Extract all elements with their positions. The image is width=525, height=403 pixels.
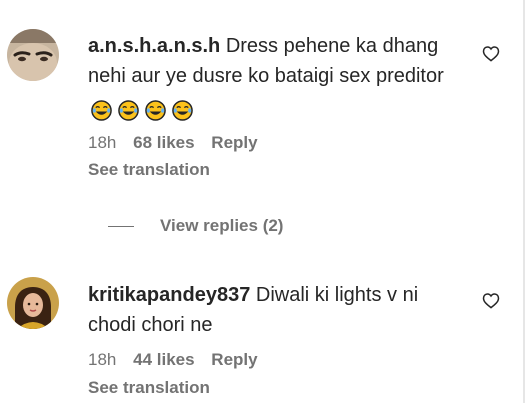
avatar[interactable] <box>7 277 59 329</box>
reply-button[interactable]: Reply <box>211 349 257 371</box>
heart-outline-icon[interactable] <box>482 45 500 62</box>
reply-button[interactable]: Reply <box>211 132 257 154</box>
view-replies-button[interactable]: View replies (2) <box>108 214 283 238</box>
avatar[interactable] <box>7 29 59 81</box>
user-avatar-icon <box>7 29 59 81</box>
see-translation-button[interactable]: See translation <box>88 377 210 399</box>
view-replies-label: View replies (2) <box>160 216 284 235</box>
tears-of-joy-emoji-icon <box>91 100 112 122</box>
comment-meta: 18h 44 likes Reply <box>88 349 258 371</box>
see-translation-button[interactable]: See translation <box>88 159 210 181</box>
user-avatar-icon <box>7 277 59 329</box>
comment-likes-count[interactable]: 68 likes <box>133 132 194 154</box>
emoji-group <box>91 95 199 125</box>
comment-likes-count[interactable]: 44 likes <box>133 349 194 371</box>
comment-timestamp[interactable]: 18h <box>88 132 116 154</box>
comment-timestamp[interactable]: 18h <box>88 349 116 371</box>
comment-body: kritikapandey837 Diwali ki lights v ni c… <box>88 280 468 340</box>
heart-outline-icon[interactable] <box>482 292 500 309</box>
comment-item: a.n.s.h.a.n.s.h Dress pehene ka dhang ne… <box>0 0 525 200</box>
tears-of-joy-emoji-icon <box>172 100 193 122</box>
tears-of-joy-emoji-icon <box>145 100 166 122</box>
comment-username[interactable]: kritikapandey837 <box>88 284 250 306</box>
comment-meta: 18h 68 likes Reply <box>88 132 258 154</box>
tears-of-joy-emoji-icon <box>118 100 139 122</box>
comment-username[interactable]: a.n.s.h.a.n.s.h <box>88 35 220 57</box>
replies-divider-line <box>108 226 134 228</box>
comment-item: kritikapandey837 Diwali ki lights v ni c… <box>0 250 525 403</box>
comment-body: a.n.s.h.a.n.s.h Dress pehene ka dhang ne… <box>88 31 468 125</box>
